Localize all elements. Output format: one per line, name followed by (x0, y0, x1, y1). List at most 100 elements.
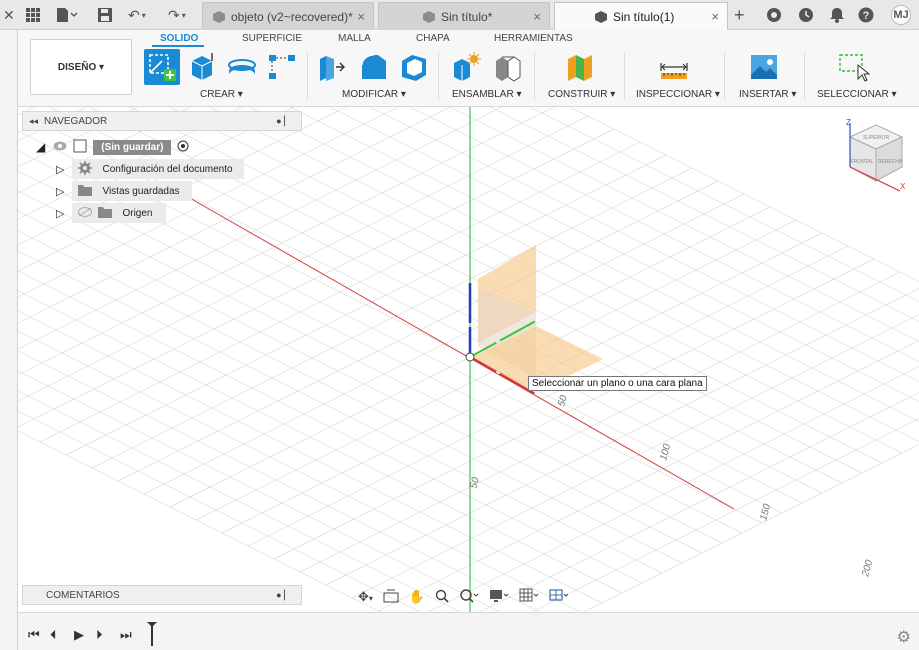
undo-icon[interactable]: ↶ ▾ (128, 6, 146, 24)
crear-group-label[interactable]: CREAR ▾ (200, 89, 243, 100)
axis-scale-label: 50 (468, 476, 482, 490)
notifications-bell-icon[interactable] (830, 6, 844, 24)
tab-label: Sin título* (441, 9, 493, 24)
create-sketch-button[interactable] (144, 49, 180, 85)
pin-panel-icon[interactable]: ● ▏ (276, 116, 291, 127)
apps-grid-icon[interactable] (26, 6, 40, 24)
navigation-bar: ✥▾ ✋ (358, 586, 580, 608)
job-status-icon[interactable] (798, 6, 814, 24)
modificar-group-label[interactable]: MODIFICAR ▾ (342, 89, 406, 100)
close-tab-icon[interactable]: × (711, 9, 719, 24)
revolve-button[interactable] (226, 51, 258, 83)
tab-label: objeto (v2~recovered)* (231, 9, 353, 24)
extensions-icon[interactable] (766, 6, 782, 24)
expand-triangle-icon[interactable]: ▷ (56, 185, 64, 198)
collapse-panel-icon[interactable]: ◂◂ (29, 116, 38, 127)
tab-document-3[interactable]: Sin título(1) × (554, 2, 728, 30)
tab-document-2[interactable]: Sin título* × (378, 2, 550, 30)
browser-item-label: Configuración del documento (102, 163, 233, 175)
separator (804, 52, 805, 100)
activate-radio-icon[interactable] (177, 140, 189, 155)
pattern-button[interactable] (266, 51, 298, 83)
shell-button[interactable] (398, 51, 430, 83)
browser-root-label[interactable]: (Sin guardar) (93, 139, 172, 155)
help-icon[interactable]: ? (858, 6, 874, 24)
step-forward-icon[interactable]: ⏵ (96, 627, 103, 643)
browser-item-bg: Origen (72, 203, 167, 223)
comments-title: COMENTARIOS (46, 589, 120, 601)
browser-panel-header[interactable]: ◂◂ NAVEGADOR ● ▏ (22, 111, 302, 131)
viewports-icon[interactable] (549, 588, 569, 607)
expand-triangle-icon[interactable]: ◢ (36, 140, 45, 154)
user-avatar[interactable]: MJ (891, 5, 911, 25)
svg-text:?: ? (863, 10, 870, 22)
step-back-icon[interactable]: ⏴ (50, 627, 57, 643)
browser-item-label: Vistas guardadas (102, 185, 180, 197)
extrude-button[interactable] (186, 51, 218, 83)
insertar-group-label[interactable]: INSERTAR ▾ (739, 89, 796, 100)
seleccionar-group-label[interactable]: SELECCIONAR ▾ (817, 89, 896, 100)
save-icon[interactable] (98, 6, 112, 24)
joint-button[interactable] (492, 51, 524, 83)
browser-item-document-settings[interactable]: ▷ Configuración del documento (56, 159, 245, 179)
ribbon-toolbar: DISEÑO ▾ SOLIDO SUPERFICIE MALLA CHAPA H… (18, 30, 919, 107)
browser-root-row[interactable]: ◢ (Sin guardar) (36, 137, 189, 157)
insert-image-button[interactable] (748, 51, 780, 83)
tab-label: Sin título(1) (613, 9, 675, 24)
new-tab-icon[interactable]: + (734, 5, 745, 25)
tab-chapa[interactable]: CHAPA (416, 33, 450, 44)
browser-item-origin[interactable]: ▷ Origen (56, 203, 167, 223)
orbit-icon[interactable]: ✥▾ (358, 589, 373, 605)
grid-line (325, 288, 919, 586)
pan-hand-icon[interactable]: ✋ (409, 589, 425, 605)
close-tab-icon[interactable]: × (533, 9, 541, 24)
browser-item-saved-views[interactable]: ▷ Vistas guardadas (56, 181, 193, 201)
gear-icon (78, 160, 93, 178)
expand-triangle-icon[interactable]: ▷ (56, 207, 64, 220)
fit-window-icon[interactable] (459, 588, 479, 607)
axis-scale-label: 100 (658, 442, 673, 461)
tab-malla[interactable]: MALLA (338, 33, 371, 44)
pin-panel-icon[interactable]: ● ▏ (276, 590, 291, 601)
tab-document-1[interactable]: objeto (v2~recovered)* × (202, 2, 374, 30)
display-settings-icon[interactable] (489, 588, 509, 607)
timeline-marker[interactable] (146, 621, 158, 650)
tab-solido[interactable]: SOLIDO (160, 33, 198, 44)
offset-plane-button[interactable] (564, 51, 596, 83)
selection-tooltip: Seleccionar un plano o una cara plana (528, 376, 707, 391)
document-icon (73, 139, 87, 156)
construir-group-label[interactable]: CONSTRUIR ▾ (548, 89, 615, 100)
grid-settings-icon[interactable] (519, 588, 539, 607)
tab-herramientas[interactable]: HERRAMIENTAS (494, 33, 573, 44)
go-to-start-icon[interactable]: ⏮ (28, 627, 40, 643)
measure-button[interactable] (658, 51, 690, 83)
viewcube-z-label: Z (846, 118, 851, 127)
tab-superficie[interactable]: SUPERFICIE (242, 33, 302, 44)
fillet-button[interactable] (358, 51, 390, 83)
viewcube[interactable]: SUPERIOR FRONTAL DERECHA Z X (840, 115, 910, 195)
close-tab-icon[interactable]: × (357, 9, 365, 24)
visibility-eye-icon[interactable] (53, 141, 67, 154)
file-menu-icon[interactable] (56, 6, 78, 24)
close-window-icon[interactable]: ✕ (3, 6, 15, 24)
look-at-icon[interactable] (383, 589, 399, 606)
timeline-settings-gear-icon[interactable]: ⚙ (897, 627, 911, 647)
comments-panel-header[interactable]: COMENTARIOS ● ▏ (22, 585, 302, 605)
new-component-button[interactable] (450, 51, 482, 83)
expand-triangle-icon[interactable]: ▷ (56, 163, 64, 176)
select-window-button[interactable] (838, 51, 871, 83)
ensamblar-group-label[interactable]: ENSAMBLAR ▾ (452, 89, 521, 100)
inspeccionar-group-label[interactable]: INSPECCIONAR ▾ (636, 89, 720, 100)
go-to-end-icon[interactable]: ⏭ (120, 627, 132, 643)
zoom-icon[interactable] (435, 589, 449, 606)
timeline-bar: ⏮ ⏴ ▶ ⏵ ⏭ ⚙ (18, 612, 919, 650)
redo-icon[interactable]: ↷ ▾ (168, 6, 186, 24)
separator (624, 52, 625, 100)
workspace-switcher-button[interactable]: DISEÑO ▾ (30, 39, 132, 95)
play-icon[interactable]: ▶ (74, 627, 84, 643)
hidden-eye-icon[interactable] (78, 206, 93, 220)
press-pull-button[interactable] (316, 51, 348, 83)
axis-scale-label: 200 (860, 558, 875, 578)
browser-item-label: Origen (122, 207, 153, 219)
grid-line (583, 444, 919, 612)
